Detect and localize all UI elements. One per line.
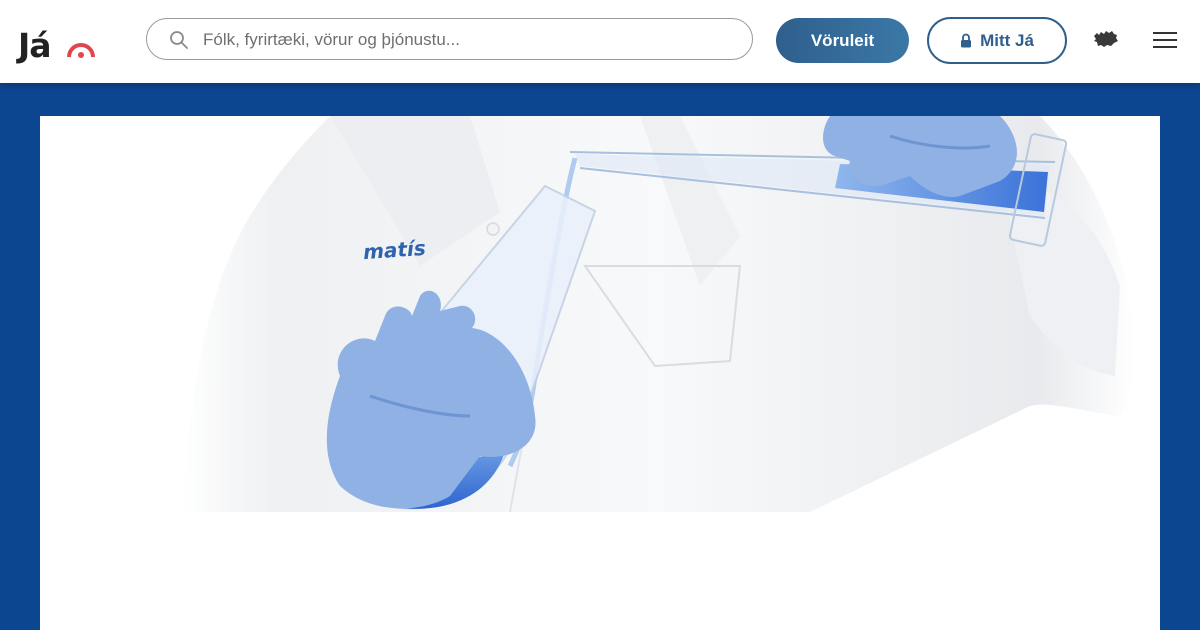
voruleit-button[interactable]: Vöruleit xyxy=(776,18,909,63)
mitt-ja-label: Mitt Já xyxy=(980,30,1034,50)
mitt-ja-button[interactable]: Mitt Já xyxy=(927,17,1067,64)
hamburger-menu-icon[interactable] xyxy=(1153,30,1177,50)
logo-text: Já xyxy=(18,26,52,65)
iceland-icon[interactable] xyxy=(1092,29,1119,49)
top-header: Já Vöruleit Mitt Já xyxy=(0,0,1200,83)
matis-brand-text: matís xyxy=(362,235,427,265)
content-card: matís xyxy=(40,116,1160,630)
hero-image xyxy=(180,116,1135,513)
search-bar[interactable] xyxy=(146,18,753,60)
lock-icon xyxy=(961,33,972,48)
search-icon xyxy=(170,31,188,49)
ja-signal-icon xyxy=(67,43,95,58)
search-input[interactable] xyxy=(201,27,725,53)
ja-logo[interactable]: Já xyxy=(18,20,98,64)
